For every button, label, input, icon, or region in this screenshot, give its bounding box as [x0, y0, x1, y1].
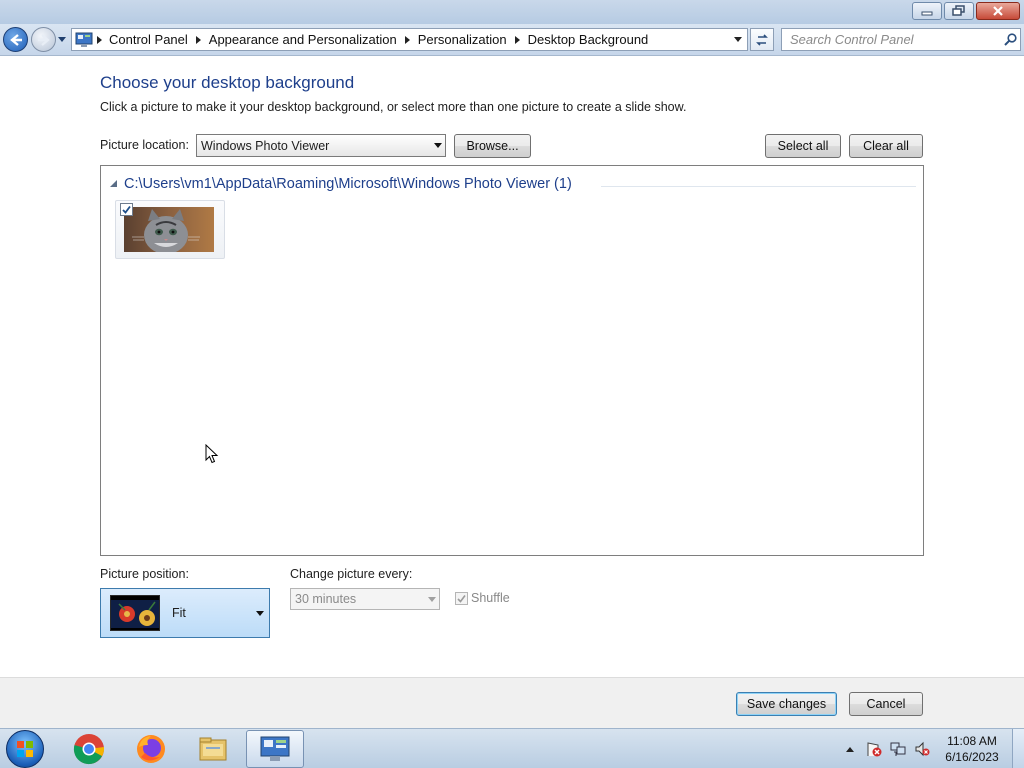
dialog-footer: Save changes Cancel — [0, 677, 1024, 728]
breadcrumb-separator-icon[interactable] — [402, 35, 414, 44]
checkmark-icon — [122, 205, 131, 214]
chevron-down-icon — [253, 610, 267, 616]
collapse-triangle-icon[interactable] — [109, 179, 119, 189]
search-input[interactable]: Search Control Panel — [782, 32, 1000, 47]
close-icon — [993, 6, 1003, 16]
refresh-button[interactable] — [750, 28, 774, 51]
search-icon[interactable] — [1000, 33, 1020, 46]
picture-location-label: Picture location: — [100, 138, 189, 152]
minimize-button[interactable] — [912, 2, 942, 20]
restore-icon — [952, 5, 965, 16]
recent-pages-button[interactable] — [57, 33, 67, 45]
group-divider — [601, 186, 916, 187]
close-button[interactable] — [976, 2, 1020, 20]
picture-location-dropdown[interactable]: Windows Photo Viewer — [196, 134, 446, 157]
shuffle-checkbox[interactable] — [455, 591, 468, 605]
picture-checkbox[interactable] — [120, 203, 133, 216]
breadcrumb-personalization[interactable]: Personalization — [414, 32, 512, 47]
show-hidden-icons-button[interactable] — [838, 737, 862, 761]
explorer-taskbar-button[interactable] — [184, 730, 242, 768]
breadcrumb-control-panel[interactable]: Control Panel — [105, 32, 193, 47]
save-changes-button[interactable]: Save changes — [736, 692, 837, 716]
navigation-bar: Control Panel Appearance and Personaliza… — [0, 24, 1024, 56]
refresh-icon — [756, 33, 768, 46]
change-interval-dropdown[interactable]: 30 minutes — [290, 588, 440, 610]
picture-thumbnail[interactable] — [115, 200, 225, 259]
main-content: Choose your desktop background Click a p… — [0, 57, 1024, 677]
browse-button[interactable]: Browse... — [454, 134, 531, 158]
flower-wallpaper-preview-icon — [110, 595, 160, 631]
chevron-down-icon — [58, 36, 66, 42]
back-button[interactable] — [3, 27, 28, 52]
select-all-button[interactable]: Select all — [765, 134, 841, 158]
checkmark-icon — [457, 594, 466, 603]
chevron-up-icon — [846, 746, 854, 752]
action-center-icon[interactable] — [862, 737, 886, 761]
volume-muted-icon[interactable] — [910, 737, 934, 761]
chrome-icon — [73, 734, 105, 765]
control-panel-icon — [75, 32, 93, 48]
clear-all-button[interactable]: Clear all — [849, 134, 923, 158]
change-picture-label: Change picture every: — [290, 567, 413, 581]
breadcrumb-separator-icon[interactable] — [93, 35, 105, 44]
mouse-cursor-icon — [205, 444, 219, 464]
address-bar[interactable]: Control Panel Appearance and Personaliza… — [71, 28, 748, 51]
control-panel-icon — [260, 736, 290, 761]
chevron-down-icon — [734, 37, 742, 42]
shuffle-label: Shuffle — [471, 591, 510, 605]
gallery-group-header[interactable]: C:\Users\vm1\AppData\Roaming\Microsoft\W… — [109, 176, 572, 192]
gallery-group-title: C:\Users\vm1\AppData\Roaming\Microsoft\W… — [124, 176, 572, 192]
forward-arrow-icon — [37, 33, 50, 46]
clock[interactable]: 11:08 AM 6/16/2023 — [936, 733, 1008, 765]
back-arrow-icon — [9, 33, 22, 46]
show-desktop-button[interactable] — [1012, 729, 1024, 768]
file-explorer-icon — [199, 737, 227, 761]
cat-photo-icon — [124, 207, 214, 252]
clock-time: 11:08 AM — [947, 734, 997, 748]
page-subtitle: Click a picture to make it your desktop … — [100, 100, 687, 114]
picture-position-value: Fit — [172, 606, 186, 620]
restore-button[interactable] — [944, 2, 974, 20]
window-title-bar — [0, 0, 1024, 24]
shuffle-option[interactable]: Shuffle — [455, 591, 510, 605]
address-history-button[interactable] — [729, 29, 747, 50]
taskbar: 11:08 AM 6/16/2023 — [0, 728, 1024, 768]
system-tray: 11:08 AM 6/16/2023 — [838, 729, 1024, 768]
clock-date: 6/16/2023 — [945, 750, 999, 764]
change-interval-value: 30 minutes — [295, 592, 357, 606]
firefox-icon — [137, 735, 165, 763]
start-button[interactable] — [6, 730, 44, 768]
breadcrumb-appearance[interactable]: Appearance and Personalization — [205, 32, 402, 47]
minimize-icon — [921, 11, 933, 16]
picture-position-label: Picture position: — [100, 567, 189, 581]
chevron-down-icon — [431, 143, 445, 148]
picture-position-dropdown[interactable]: Fit — [100, 588, 270, 638]
breadcrumb-separator-icon[interactable] — [512, 35, 524, 44]
picture-location-value: Windows Photo Viewer — [201, 138, 330, 153]
breadcrumb-desktop-background[interactable]: Desktop Background — [524, 32, 654, 47]
picture-gallery[interactable]: C:\Users\vm1\AppData\Roaming\Microsoft\W… — [100, 165, 924, 556]
chrome-taskbar-button[interactable] — [60, 730, 118, 768]
forward-button[interactable] — [31, 27, 56, 52]
breadcrumb-separator-icon[interactable] — [193, 35, 205, 44]
control-panel-taskbar-button[interactable] — [246, 730, 304, 768]
network-icon[interactable] — [886, 737, 910, 761]
firefox-taskbar-button[interactable] — [122, 730, 180, 768]
cancel-button[interactable]: Cancel — [849, 692, 923, 716]
windows-logo-icon — [17, 741, 33, 757]
window-controls — [912, 2, 1020, 20]
page-title: Choose your desktop background — [100, 73, 355, 92]
search-box[interactable]: Search Control Panel — [781, 28, 1021, 51]
chevron-down-icon — [425, 596, 439, 602]
